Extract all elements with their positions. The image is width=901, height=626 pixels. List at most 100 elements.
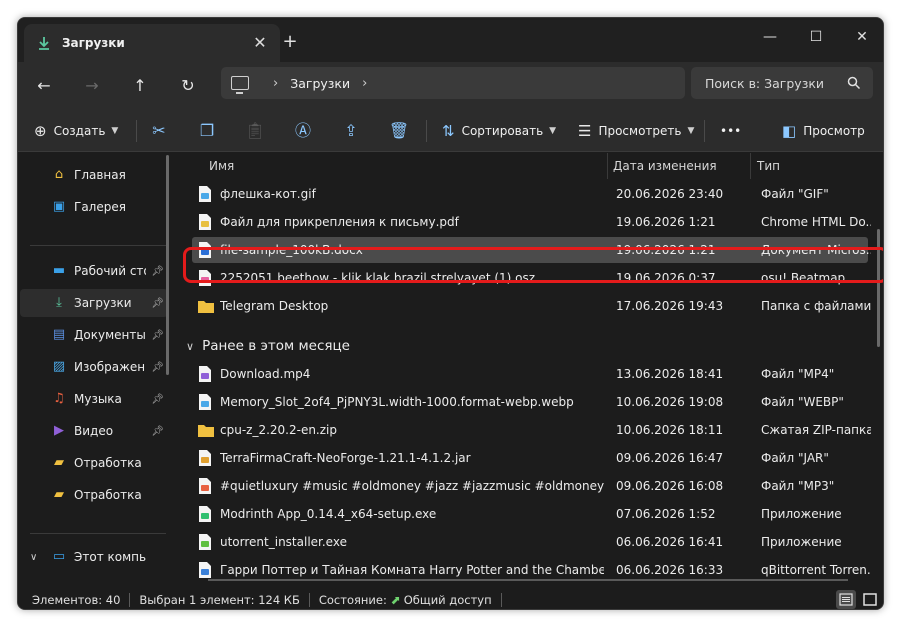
sidebar-item-label: Загрузки bbox=[74, 296, 132, 310]
sidebar-scrollbar[interactable] bbox=[166, 155, 169, 375]
create-label: Создать bbox=[53, 124, 106, 138]
search-input[interactable] bbox=[691, 67, 873, 99]
sort-label: Сортировать bbox=[461, 124, 544, 138]
file-date: 09.06.2026 16:08 bbox=[616, 479, 724, 493]
chevron-right-icon[interactable]: › bbox=[273, 76, 278, 91]
column-name[interactable]: Имя bbox=[209, 153, 234, 179]
image-file-icon bbox=[198, 186, 212, 202]
view-button[interactable]: ☰ Просмотреть ▼ bbox=[578, 118, 694, 144]
sidebar-item[interactable]: ▣ Галерея bbox=[20, 193, 168, 221]
pin-icon[interactable]: 📌︎ bbox=[151, 330, 164, 341]
pin-icon[interactable]: 📌︎ bbox=[151, 362, 164, 373]
file-row[interactable]: Modrinth App_0.14.4_x64-setup.exe 07.06.2… bbox=[192, 501, 868, 527]
sidebar-item-label: Этот компьютер bbox=[74, 550, 146, 564]
file-row[interactable]: TerraFirmaCraft-NeoForge-1.21.1-4.1.2.ja… bbox=[192, 445, 868, 471]
share-icon[interactable]: ⇪ bbox=[338, 118, 364, 144]
column-divider[interactable] bbox=[607, 153, 608, 179]
sidebar-item-label: Главная bbox=[74, 168, 126, 182]
chrome-pdf-icon bbox=[198, 214, 212, 230]
refresh-button[interactable]: ↻ bbox=[174, 72, 202, 100]
tiles-view-button[interactable] bbox=[860, 590, 880, 609]
sidebar-item[interactable]: ▨ Изображени 📌︎ bbox=[20, 353, 168, 381]
back-button[interactable]: ← bbox=[30, 72, 58, 100]
file-row[interactable]: Файл для прикрепления к письму.pdf 19.06.… bbox=[192, 209, 871, 235]
chevron-right-icon[interactable]: › bbox=[362, 76, 367, 91]
sort-icon: ⇅ bbox=[442, 122, 455, 140]
forward-button[interactable]: → bbox=[78, 72, 106, 100]
breadcrumb-downloads[interactable]: Загрузки bbox=[290, 76, 350, 91]
file-row[interactable]: Telegram Desktop 17.06.2026 19:43 Папка с … bbox=[192, 293, 871, 319]
sidebar-item[interactable]: ▰ Отработка bbox=[20, 449, 168, 477]
sidebar-item-label: Отработка bbox=[74, 456, 142, 470]
file-name: #quietluxury #music #oldmoney #jazz #jaz… bbox=[220, 479, 604, 493]
tab-title: Загрузки bbox=[62, 36, 125, 50]
close-window-button[interactable]: ✕ bbox=[839, 23, 883, 51]
rename-icon[interactable]: Ⓐ bbox=[290, 118, 316, 144]
chevron-down-icon: ▼ bbox=[111, 126, 119, 136]
more-options-button[interactable]: ••• bbox=[720, 118, 741, 144]
view-list-icon: ☰ bbox=[578, 122, 592, 140]
file-name: TerraFirmaCraft-NeoForge-1.21.1-4.1.2.ja… bbox=[220, 451, 471, 465]
paste-icon[interactable]: 📋︎ bbox=[242, 118, 268, 144]
file-row[interactable]: utorrent_installer.exe 06.06.2026 16:41 Пр… bbox=[192, 529, 868, 555]
audio-file-icon bbox=[198, 478, 212, 494]
minimize-button[interactable]: — bbox=[747, 23, 793, 51]
file-name: Modrinth App_0.14.4_x64-setup.exe bbox=[220, 507, 437, 521]
sidebar-item[interactable]: ⤓ Загрузки 📌︎ bbox=[20, 289, 168, 317]
sidebar-item-label: Видео bbox=[74, 424, 114, 438]
chevron-down-icon[interactable]: ∨ bbox=[30, 552, 37, 563]
pin-icon[interactable]: 📌︎ bbox=[151, 266, 164, 277]
sidebar-item[interactable]: ▤ Документы 📌︎ bbox=[20, 321, 168, 349]
horizontal-scrollbar[interactable] bbox=[208, 579, 848, 581]
file-row[interactable]: Download.mp4 13.06.2026 18:41 Файл "MP4" bbox=[192, 361, 868, 387]
sidebar-item[interactable]: ▬ Рабочий сто 📌︎ bbox=[20, 257, 168, 285]
group-header[interactable]: ∨ Ранее в этом месяце bbox=[186, 333, 350, 359]
file-row[interactable]: cpu-z_2.20.2-en.zip 10.06.2026 18:11 Сжата… bbox=[192, 417, 871, 443]
items-count: Элементов: 40 bbox=[32, 592, 121, 607]
sidebar-item[interactable]: ♫ Музыка 📌︎ bbox=[20, 385, 168, 413]
copy-icon[interactable]: ❐ bbox=[194, 118, 220, 144]
file-row[interactable]: флешка-кот.gif 20.06.2026 23:40 Файл "GIF" bbox=[192, 181, 868, 207]
pin-icon[interactable]: 📌︎ bbox=[151, 298, 164, 309]
qbittorrent-file-icon bbox=[198, 562, 212, 578]
file-name: utorrent_installer.exe bbox=[220, 535, 347, 549]
video-file-icon bbox=[198, 366, 212, 382]
delete-icon[interactable]: 🗑︎ bbox=[386, 118, 412, 144]
maximize-button[interactable]: ☐ bbox=[793, 23, 839, 51]
sidebar-item[interactable]: ▰ Отработка bbox=[20, 481, 168, 509]
sidebar-item-label: Отработка bbox=[74, 488, 142, 502]
sidebar-item[interactable]: ∨ ▭ Этот компьютер bbox=[20, 543, 168, 571]
details-view-button[interactable] bbox=[836, 590, 856, 609]
modrinth-app-icon bbox=[198, 506, 212, 522]
sidebar-item[interactable]: ▶ Видео 📌︎ bbox=[20, 417, 168, 445]
column-divider[interactable] bbox=[750, 153, 751, 179]
title-bar: Загрузки ✕ + — ☐ ✕ bbox=[18, 18, 883, 62]
column-type[interactable]: Тип bbox=[757, 153, 780, 179]
file-name: Файл для прикрепления к письму.pdf bbox=[220, 215, 459, 229]
preview-pane-button[interactable]: ◧ Просмотр bbox=[782, 118, 865, 144]
tab-downloads[interactable]: Загрузки ✕ bbox=[24, 24, 280, 62]
new-tab-button[interactable]: + bbox=[278, 30, 302, 54]
search-icon bbox=[847, 76, 861, 90]
music-icon: ♫ bbox=[53, 391, 65, 406]
navigation-bar: ← → ↑ ↻ › Загрузки › bbox=[18, 62, 883, 110]
pin-icon[interactable]: 📌︎ bbox=[151, 394, 164, 405]
close-tab-icon[interactable]: ✕ bbox=[250, 33, 270, 53]
file-row[interactable]: Memory_Slot_2of4_PjPNY3L.width-1000.form… bbox=[192, 389, 868, 415]
column-date[interactable]: Дата изменения bbox=[613, 153, 717, 179]
up-button[interactable]: ↑ bbox=[126, 72, 154, 100]
create-button[interactable]: ⊕ Создать ▼ bbox=[34, 118, 118, 144]
chevron-down-icon[interactable]: ∨ bbox=[186, 340, 194, 353]
sort-button[interactable]: ⇅ Сортировать ▼ bbox=[442, 118, 556, 144]
pin-icon[interactable]: 📌︎ bbox=[151, 426, 164, 437]
file-row[interactable]: #quietluxury #music #oldmoney #jazz #jaz… bbox=[192, 473, 868, 499]
cut-icon[interactable]: ✂ bbox=[146, 118, 172, 144]
sidebar-item[interactable]: ⌂ Главная bbox=[20, 161, 168, 189]
home-icon: ⌂ bbox=[54, 167, 64, 182]
selection-highlight bbox=[183, 247, 883, 283]
group-label: Ранее в этом месяце bbox=[202, 338, 350, 354]
address-bar[interactable]: › Загрузки › bbox=[221, 67, 685, 99]
pictures-icon: ▨ bbox=[52, 359, 66, 374]
file-type: Файл "MP3" bbox=[761, 479, 835, 493]
file-name: Telegram Desktop bbox=[220, 299, 329, 313]
